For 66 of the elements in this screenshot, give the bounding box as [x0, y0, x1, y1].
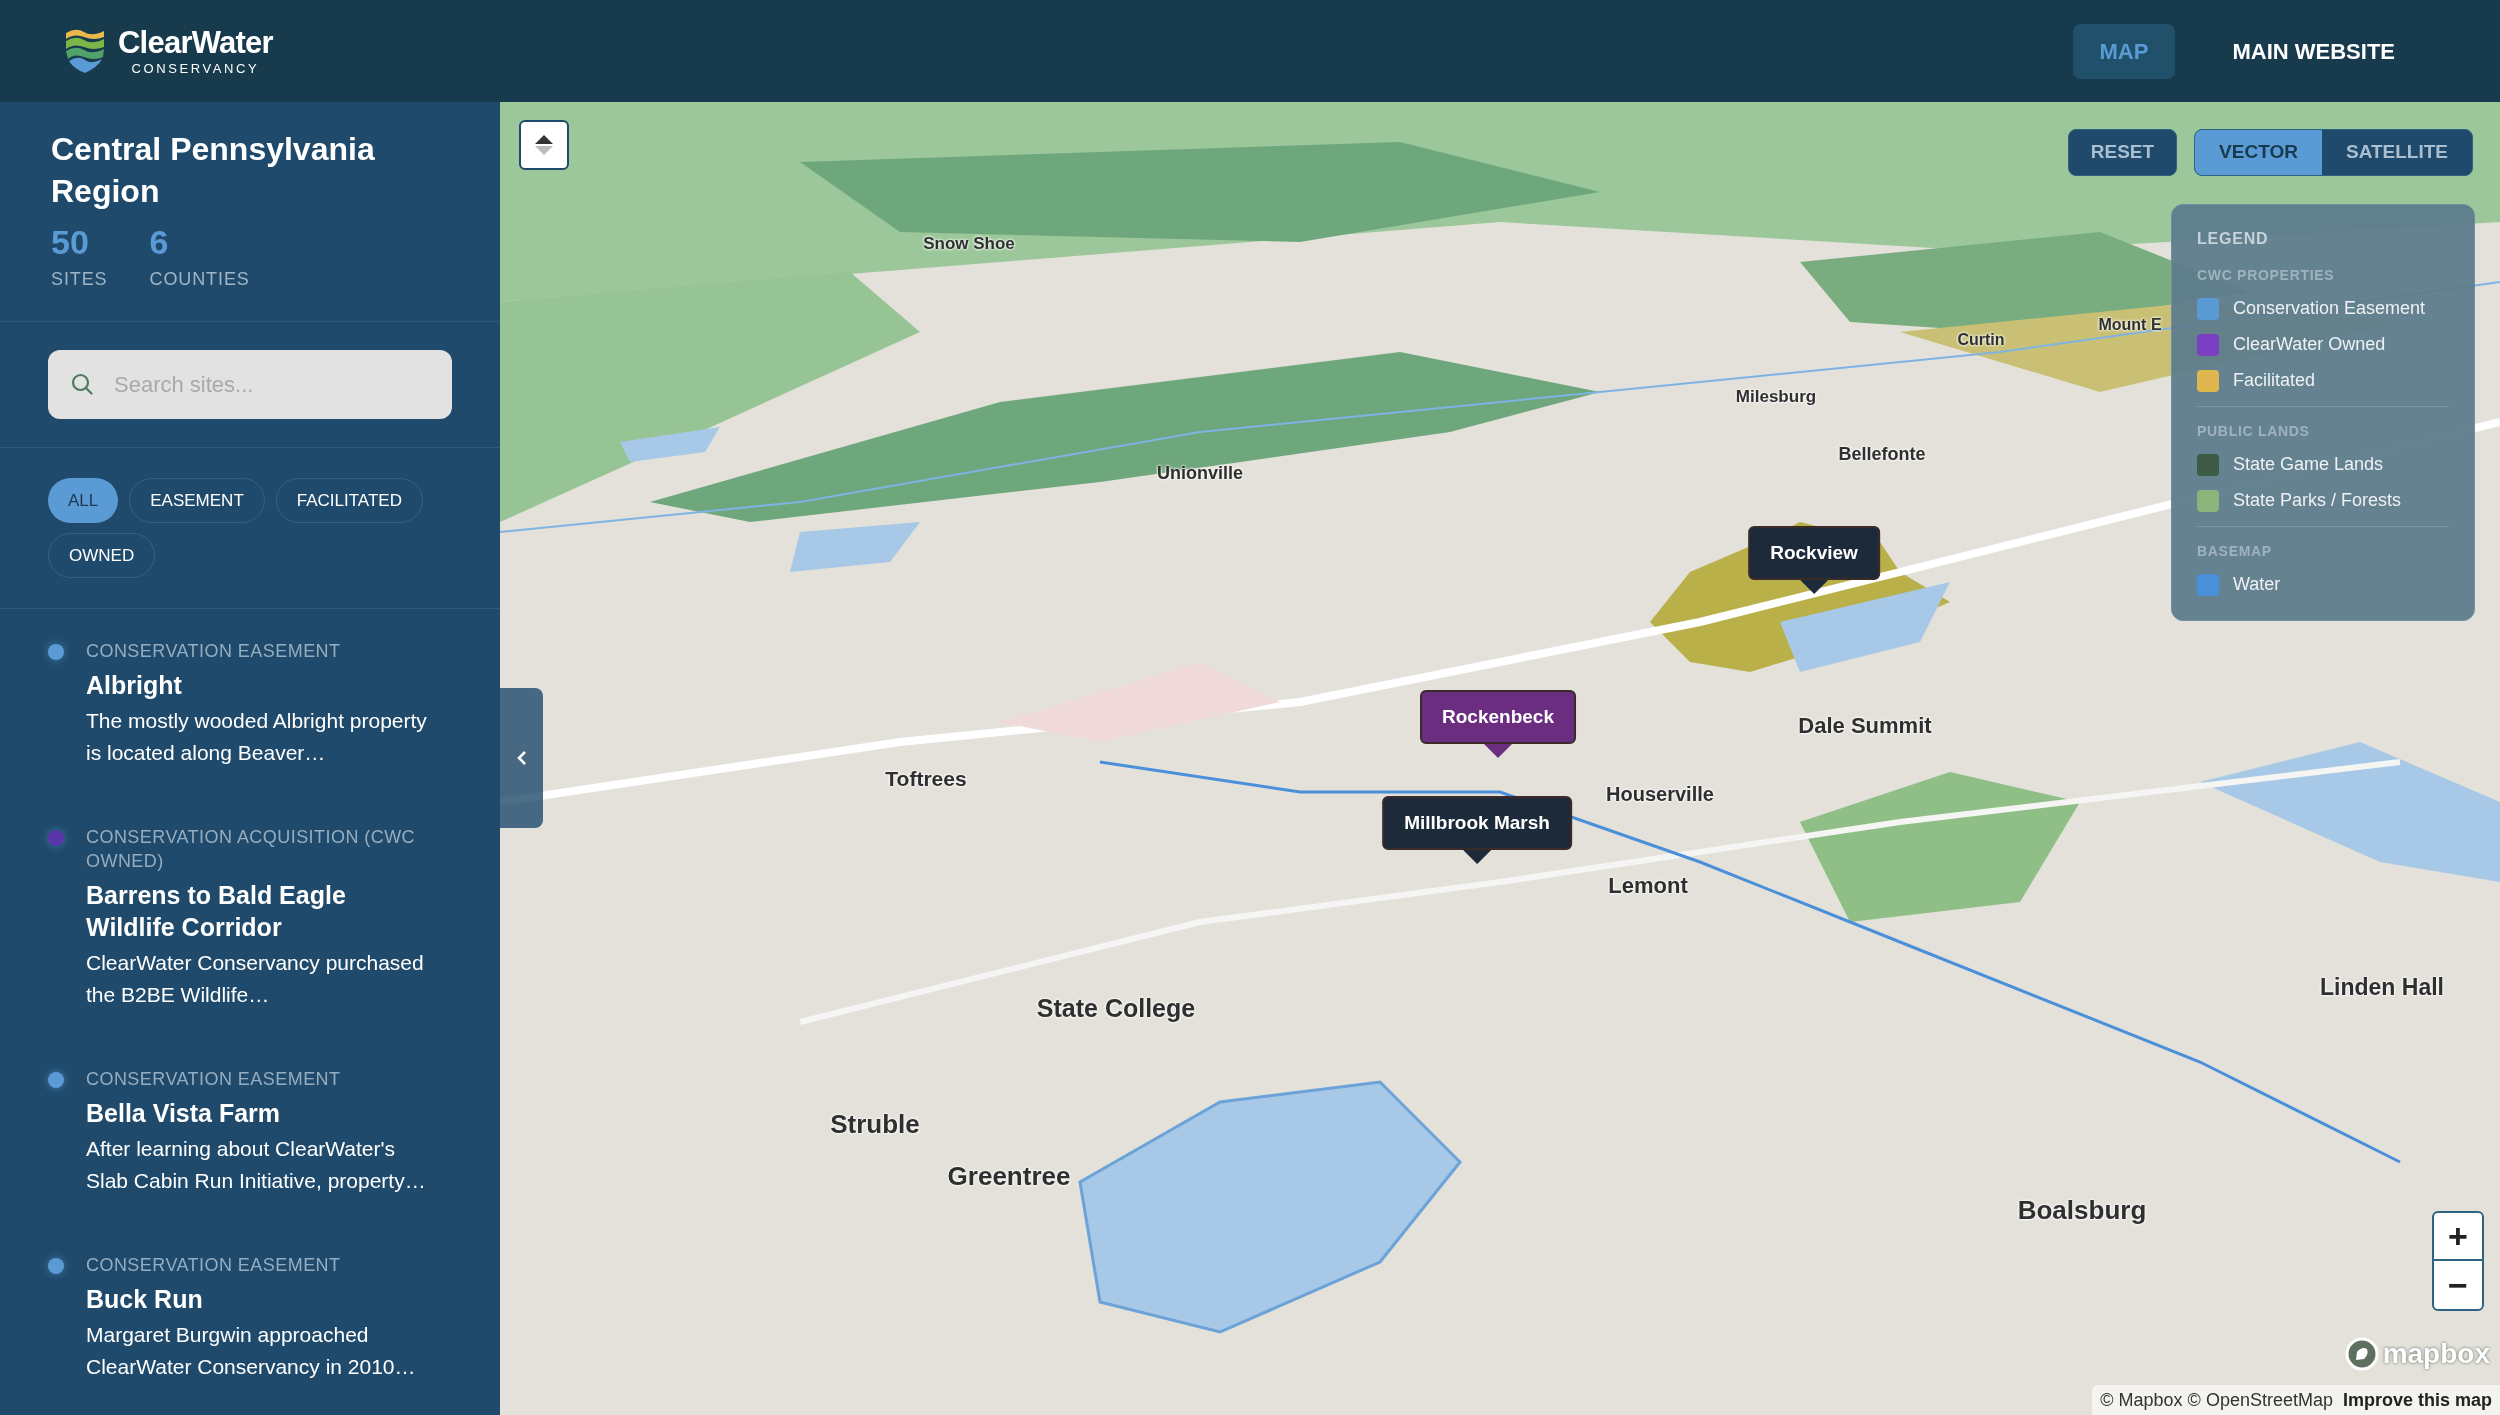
- place-label: Lemont: [1608, 871, 1688, 900]
- place-label: Boalsburg: [2017, 1193, 2147, 1227]
- legend-section-title: CWC PROPERTIES: [2197, 266, 2336, 285]
- stat-value: 6: [149, 222, 170, 262]
- compass-icon: [534, 134, 554, 156]
- site-description: After learning about ClearWater's Slab Cabin Run Initiative, property…: [86, 1136, 427, 1194]
- legend-label: Conservation Easement: [2233, 297, 2426, 320]
- filter-chip[interactable]: ALL: [48, 478, 119, 523]
- region-title: Central Pennsylvania Region: [51, 130, 376, 211]
- legend-label: Water: [2233, 573, 2281, 596]
- site-description: ClearWater Conservancy purchased the B2BE Wildlife…: [86, 950, 425, 1008]
- site-name: Barrens to Bald Eagle Wildlife Corridor: [86, 880, 347, 943]
- place-label: Struble: [830, 1107, 920, 1141]
- site-name: Bella Vista Farm: [86, 1098, 282, 1129]
- place-label: Linden Hall: [2320, 972, 2444, 1002]
- legend-title: LEGEND: [2197, 229, 2270, 249]
- mapbox-wordmark: mapbox: [2382, 1337, 2490, 1371]
- site-list-item[interactable]: CONSERVATION EASEMENT Albright The mostly wooded Albright property is located along Beaver…: [0, 639, 500, 769]
- place-label: Bellefonte: [1838, 442, 1926, 466]
- legend-label: ClearWater Owned: [2233, 333, 2386, 356]
- basemap-option[interactable]: VECTOR: [2195, 130, 2322, 175]
- mapbox-logo-icon: [2344, 1337, 2379, 1371]
- improve-map-link[interactable]: Improve this map: [2342, 1386, 2492, 1414]
- zoom-in-button[interactable]: +: [2434, 1213, 2482, 1261]
- place-label: Greentree: [947, 1159, 1071, 1193]
- site-category: CONSERVATION EASEMENT: [86, 1254, 342, 1277]
- logo-tagline: CONSERVANCY: [131, 62, 260, 75]
- site-list-item[interactable]: CONSERVATION ACQUISITION (CWC OWNED) Barrens to Bald Eagle Wildlife Corridor ClearWater Conservancy purchased the B2BE Wildlife…: [0, 825, 500, 1011]
- legend-label: State Parks / Forests: [2233, 489, 2402, 512]
- site-name: Buck Run: [86, 1284, 204, 1315]
- logo-icon: [64, 27, 106, 75]
- place-label: Snow Shoe: [923, 233, 1015, 256]
- search-icon: [70, 372, 94, 396]
- stat-label: SITES: [51, 268, 108, 291]
- site-description: Margaret Burgwin approached ClearWater Conservancy in 2010…: [86, 1322, 417, 1380]
- site-list-item[interactable]: CONSERVATION EASEMENT Buck Run Margaret Burgwin approached ClearWater Conservancy in 2010…: [0, 1253, 500, 1383]
- place-label: Houserville: [1606, 782, 1714, 807]
- stat-value: 50: [51, 222, 90, 262]
- basemap-option[interactable]: SATELLITE: [2321, 130, 2472, 175]
- place-label: Milesburg: [1735, 386, 1817, 409]
- compass-button[interactable]: [519, 120, 569, 170]
- search-field[interactable]: Search sites...: [48, 350, 452, 419]
- legend-section-title: PUBLIC LANDS: [2197, 422, 2311, 441]
- legend-label: State Game Lands: [2233, 453, 2384, 476]
- place-label: Dale Summit: [1798, 711, 1932, 740]
- nav-tab[interactable]: MAIN WEBSITE: [2205, 23, 2422, 79]
- site-list-item[interactable]: CONSERVATION EASEMENT Bella Vista Farm After learning about ClearWater's Slab Cabin Run Initiative, property…: [0, 1067, 500, 1197]
- place-label: Unionville: [1157, 461, 1243, 485]
- place-label: Mount E: [2098, 315, 2162, 335]
- chevron-left-icon: [515, 749, 528, 767]
- site-category: CONSERVATION EASEMENT: [86, 1068, 342, 1091]
- site-description: The mostly wooded Albright property is located along Beaver…: [86, 708, 428, 766]
- place-label: Curtin: [1957, 330, 2005, 350]
- legend-section-title: BASEMAP: [2197, 542, 2273, 561]
- attribution-text: © Mapbox © OpenStreetMap: [2100, 1388, 2333, 1412]
- legend-label: Facilitated: [2233, 369, 2316, 392]
- place-label: Toftrees: [885, 766, 967, 793]
- place-label: State College: [1036, 993, 1196, 1025]
- zoom-out-button[interactable]: −: [2434, 1261, 2482, 1309]
- site-category: CONSERVATION ACQUISITION (CWC OWNED): [86, 826, 417, 873]
- logo-name: ClearWater: [118, 27, 273, 58]
- filter-chip[interactable]: EASEMENT: [129, 478, 265, 523]
- site-category: CONSERVATION EASEMENT: [86, 640, 342, 663]
- reset-button[interactable]: RESET: [2067, 129, 2178, 176]
- stat-label: COUNTIES: [149, 268, 250, 291]
- site-name: Albright: [86, 670, 183, 701]
